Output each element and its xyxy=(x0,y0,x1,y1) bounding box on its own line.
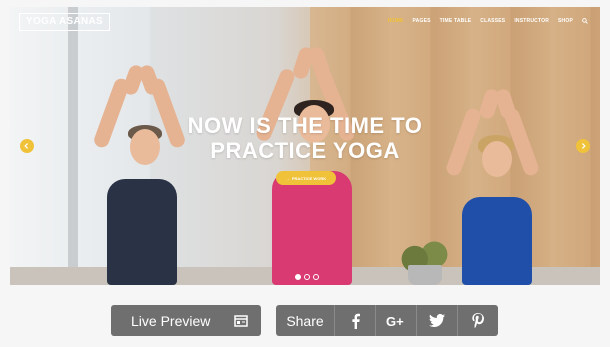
share-label: Share xyxy=(276,305,334,336)
nav-home[interactable]: HOME xyxy=(388,18,404,24)
slider-dot-2[interactable] xyxy=(304,274,310,280)
chevron-right-icon xyxy=(581,143,586,149)
slider-dots xyxy=(295,274,319,280)
pinterest-share-button[interactable] xyxy=(457,305,498,336)
slider-dot-3[interactable] xyxy=(313,274,319,280)
cta-label: PRACTICE WORK xyxy=(291,175,327,181)
twitter-icon xyxy=(429,314,445,327)
site-logo[interactable]: YOGA ASANAS xyxy=(19,13,111,31)
live-preview-button[interactable]: Live Preview xyxy=(111,305,261,336)
svg-text:G+: G+ xyxy=(386,314,404,328)
slider-prev-button[interactable] xyxy=(20,139,34,153)
nav-classes[interactable]: CLASSES xyxy=(480,18,505,24)
nav-time-table[interactable]: TIME TABLE xyxy=(440,18,472,24)
slider-next-button[interactable] xyxy=(576,139,590,153)
search-icon[interactable] xyxy=(582,18,588,24)
plant-pot xyxy=(408,265,442,285)
cta-arrow-icon: → xyxy=(285,175,290,181)
hero-headline-line2: PRACTICE YOGA xyxy=(210,138,400,163)
hero-headline: NOW IS THE TIME TO PRACTICE YOGA xyxy=(160,113,450,163)
nav-pages[interactable]: PAGES xyxy=(413,18,431,24)
hero-slider: YOGA ASANAS HOME PAGES TIME TABLE CLASSE… xyxy=(10,7,600,285)
chevron-left-icon xyxy=(24,143,29,149)
facebook-share-button[interactable] xyxy=(334,305,375,336)
main-nav: HOME PAGES TIME TABLE CLASSES INSTRUCTOR… xyxy=(388,18,588,24)
facebook-icon xyxy=(351,313,360,329)
google-plus-icon: G+ xyxy=(386,314,404,328)
live-preview-label: Live Preview xyxy=(131,312,211,329)
nav-instructor[interactable]: INSTRUCTOR xyxy=(514,18,549,24)
slider-dot-1[interactable] xyxy=(295,274,301,280)
practice-work-button[interactable]: → PRACTICE WORK xyxy=(276,171,336,185)
google-plus-share-button[interactable]: G+ xyxy=(375,305,416,336)
pinterest-icon xyxy=(472,313,484,328)
browser-window-icon xyxy=(234,314,249,327)
nav-shop[interactable]: SHOP xyxy=(558,18,573,24)
twitter-share-button[interactable] xyxy=(416,305,457,336)
share-bar: Share G+ xyxy=(276,305,498,336)
hero-headline-line1: NOW IS THE TIME TO xyxy=(187,113,423,138)
window-frame-bar xyxy=(68,7,78,285)
